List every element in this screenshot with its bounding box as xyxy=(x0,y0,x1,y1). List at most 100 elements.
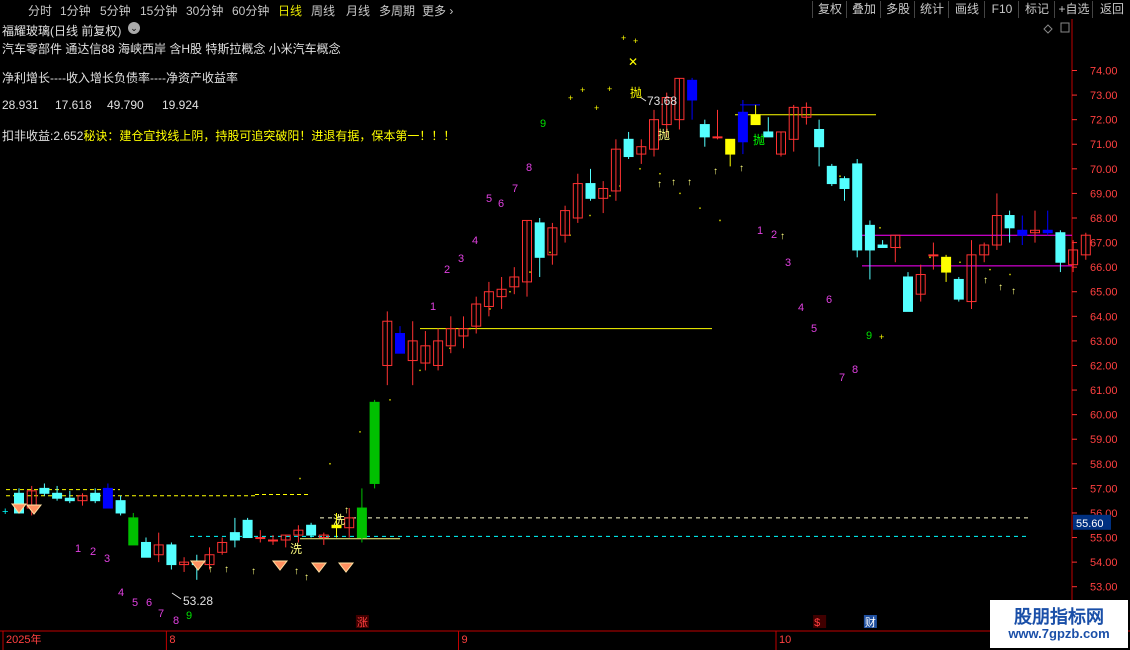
count-label: 9 xyxy=(186,610,192,622)
trend-dot xyxy=(359,430,361,433)
candle-body xyxy=(877,244,888,248)
y-tick-label: 63.00 xyxy=(1090,336,1118,348)
toolbar-button-1[interactable]: 叠加 xyxy=(846,1,881,18)
plus-marker: + xyxy=(621,33,626,43)
y-tick-label: 58.00 xyxy=(1090,459,1118,471)
trend-dot xyxy=(929,256,931,259)
count-label: 4 xyxy=(472,235,478,247)
y-tick-label: 55.00 xyxy=(1090,533,1118,545)
count-label: 1 xyxy=(757,225,763,237)
candle-body xyxy=(826,165,837,185)
candle-body xyxy=(369,401,380,484)
up-arrow-icon: ↑ xyxy=(671,177,676,188)
y-tick-label: 57.00 xyxy=(1090,483,1118,495)
period-tab-7[interactable]: 周线 xyxy=(311,2,335,19)
plus-marker: + xyxy=(607,84,612,94)
count-label: 7 xyxy=(512,183,518,195)
period-tab-8[interactable]: 月线 xyxy=(346,2,370,19)
plus-marker: + xyxy=(879,332,884,342)
trend-dot xyxy=(419,369,421,372)
trend-dot xyxy=(589,214,591,217)
trend-dot xyxy=(959,261,961,264)
candle-body xyxy=(699,124,710,138)
strategy-tip: 秘诀：建仓宜找线上阴，持股可追突破阳！进退有据，保本第一！！！ xyxy=(83,129,456,143)
candle-body xyxy=(534,222,545,258)
period-tab-1[interactable]: 1分钟 xyxy=(60,2,91,19)
candle-body xyxy=(90,492,101,502)
indicator-names: 净利增长----收入增长负债率----净资产收益率 xyxy=(2,71,238,85)
trend-dot xyxy=(609,194,611,197)
current-price-label: 55.60 xyxy=(1076,518,1104,530)
chevron-down-icon[interactable]: ⌄ xyxy=(128,22,140,34)
y-tick-label: 69.00 xyxy=(1090,188,1118,200)
candle-body xyxy=(737,111,748,143)
candle-body xyxy=(864,224,875,251)
toolbar-button-6[interactable]: 标记 xyxy=(1018,1,1055,18)
event-marker: 涨 xyxy=(357,616,368,629)
low-price-label: 53.28 xyxy=(183,594,213,608)
deduct-value: 2.652 xyxy=(53,129,84,143)
period-tab-2[interactable]: 5分钟 xyxy=(100,2,131,19)
event-marker: $ xyxy=(814,617,820,629)
plus-marker: + xyxy=(580,85,585,95)
y-tick-label: 62.00 xyxy=(1090,360,1118,372)
candle-body xyxy=(255,537,266,540)
plus-marker: + xyxy=(594,103,599,113)
trend-dot xyxy=(659,172,661,175)
period-tab-5[interactable]: 60分钟 xyxy=(232,2,269,19)
up-arrow-icon: ↑ xyxy=(344,505,349,516)
period-tab-10[interactable]: 更多 › xyxy=(422,2,453,19)
candle-body xyxy=(242,519,253,539)
count-label: 5 xyxy=(132,597,138,609)
period-tab-6[interactable]: 日线 xyxy=(278,2,302,19)
up-arrow-icon: ↑ xyxy=(304,572,309,583)
count-label: 3 xyxy=(458,253,464,265)
toolbar-button-2[interactable]: 多股 xyxy=(880,1,915,18)
roe-value: 19.924 xyxy=(162,98,199,112)
up-arrow-icon: ↑ xyxy=(687,177,692,188)
toolbar-button-8[interactable]: 返回 xyxy=(1092,1,1130,18)
count-label: 1 xyxy=(430,301,436,313)
candle-body xyxy=(52,492,63,499)
toolbar-button-5[interactable]: F10 xyxy=(984,1,1019,18)
indicator-values: 28.931 17.618 49.790 19.924 xyxy=(2,98,199,112)
candle-body xyxy=(750,114,761,126)
candle-body xyxy=(839,178,850,189)
watermark-logo: 股朋指标网 www.7gpzb.com xyxy=(990,600,1128,648)
y-tick-label: 53.00 xyxy=(1090,582,1118,594)
candle-body xyxy=(1017,229,1028,236)
y-tick-label: 71.00 xyxy=(1090,139,1118,151)
period-tab-0[interactable]: 分时 xyxy=(28,2,52,19)
candle-body xyxy=(115,500,126,514)
toolbar-button-4[interactable]: 画线 xyxy=(948,1,985,18)
toolbar-button-3[interactable]: 统计 xyxy=(914,1,949,18)
period-tab-3[interactable]: 15分钟 xyxy=(140,2,177,19)
candle-body xyxy=(128,517,139,546)
up-arrow-icon: ↑ xyxy=(657,179,662,190)
trend-dot xyxy=(699,207,701,210)
candle-body xyxy=(141,541,151,558)
deduct-earnings-line: 扣非收益:2.652秘诀：建仓宜找线上阴，持股可追突破阳！进退有据，保本第一！！… xyxy=(2,127,455,144)
candle-body xyxy=(585,183,596,199)
candle-body xyxy=(725,138,736,155)
period-tab-9[interactable]: 多周期 xyxy=(379,2,415,19)
trend-dot xyxy=(639,167,641,170)
candle-body xyxy=(102,487,113,509)
toolbar-button-0[interactable]: 复权 xyxy=(812,1,847,18)
trend-dot xyxy=(529,271,531,273)
trend-dot xyxy=(1009,273,1011,276)
toolbar-button-7[interactable]: +自选 xyxy=(1054,1,1093,18)
period-tab-4[interactable]: 30分钟 xyxy=(186,2,223,19)
count-label: 1 xyxy=(75,543,81,555)
plus-marker: + xyxy=(568,93,573,103)
up-arrow-icon: ↑ xyxy=(998,282,1003,293)
y-tick-label: 66.00 xyxy=(1090,262,1118,274)
count-label: 5 xyxy=(486,193,492,205)
net-profit-growth-value: 28.931 xyxy=(2,98,39,112)
trend-dot xyxy=(549,251,551,254)
debt-ratio-value: 49.790 xyxy=(107,98,144,112)
event-marker: 财 xyxy=(865,615,876,629)
y-tick-label: 74.00 xyxy=(1090,65,1118,77)
up-arrow-icon: ↑ xyxy=(1011,286,1016,297)
candle-body xyxy=(268,539,278,542)
